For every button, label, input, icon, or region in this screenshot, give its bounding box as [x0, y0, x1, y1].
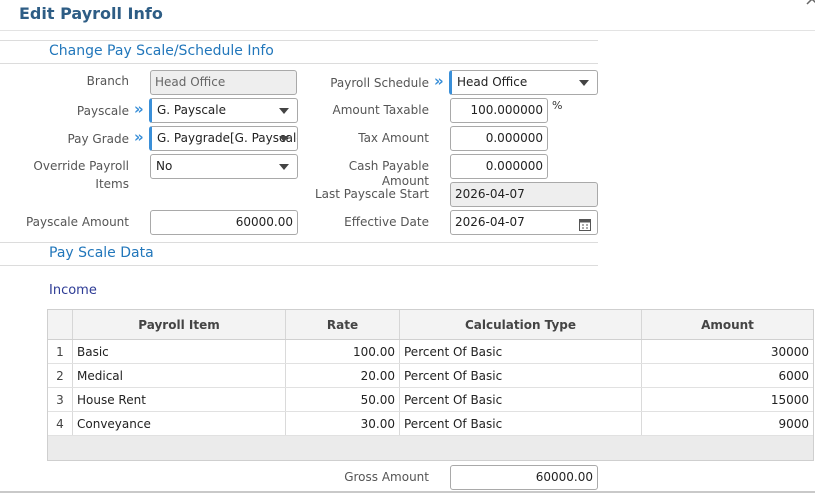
- payscale-label: Payscale: [76, 104, 129, 118]
- effective-date-label: Effective Date: [344, 215, 429, 229]
- calculation-type-cell: Percent Of Basic: [399, 339, 642, 364]
- caret-down-icon: [579, 80, 589, 86]
- income-title: Income: [49, 283, 97, 298]
- table-row[interactable]: 3 House Rent 50.00 Percent Of Basic 1500…: [48, 387, 813, 412]
- gross-amount-label: Gross Amount: [344, 470, 429, 484]
- rate-cell[interactable]: 50.00: [285, 387, 400, 412]
- rate-cell[interactable]: 20.00: [285, 363, 400, 388]
- table-row[interactable]: 1 Basic 100.00 Percent Of Basic 30000: [48, 339, 813, 364]
- column-header-amount[interactable]: Amount: [641, 310, 813, 340]
- cash-payable-label: Cash Payable Amount: [348, 159, 429, 188]
- double-chevron-right-icon: »: [434, 72, 444, 90]
- header-divider: [0, 30, 815, 31]
- amount-taxable-input[interactable]: 100.000000: [450, 98, 548, 123]
- column-header-calculation-type[interactable]: Calculation Type: [399, 310, 642, 340]
- double-chevron-right-icon: »: [134, 100, 144, 118]
- table-row[interactable]: 2 Medical 20.00 Percent Of Basic 6000: [48, 363, 813, 388]
- caret-down-icon: [279, 108, 289, 114]
- table-header-row: Payroll Item Rate Calculation Type Amoun…: [48, 310, 813, 340]
- amount-cell: 6000: [641, 363, 813, 388]
- section-divider: [0, 40, 598, 41]
- double-chevron-right-icon: »: [134, 128, 144, 146]
- override-payroll-label-line1: Override Payroll: [33, 159, 129, 173]
- payroll-item-cell: Conveyance: [72, 411, 286, 436]
- row-index: 3: [48, 387, 73, 412]
- pay-grade-select[interactable]: G. Paygrade[G. Payscale]: [149, 126, 298, 151]
- effective-date-input[interactable]: 2026-04-07: [450, 210, 598, 235]
- payscale-amount-label: Payscale Amount: [25, 215, 129, 229]
- column-header-index[interactable]: [48, 310, 73, 340]
- tax-amount-input[interactable]: 0.000000: [450, 126, 548, 151]
- last-payscale-start-label: Last Payscale Start: [314, 187, 429, 201]
- amount-cell: 30000: [641, 339, 813, 364]
- row-index: 2: [48, 363, 73, 388]
- payroll-schedule-value: Head Office: [457, 75, 528, 89]
- payroll-item-cell: Basic: [72, 339, 286, 364]
- payscale-amount-input[interactable]: 60000.00: [150, 210, 298, 235]
- change-section-title: Change Pay Scale/Schedule Info: [49, 43, 274, 59]
- calendar-icon[interactable]: [579, 216, 591, 231]
- amount-taxable-label: Amount Taxable: [332, 103, 429, 117]
- payroll-schedule-select[interactable]: Head Office: [449, 70, 598, 95]
- pay-grade-value: G. Paygrade[G. Payscale]: [157, 131, 298, 145]
- last-payscale-start-field: 2026-04-07: [450, 182, 598, 207]
- branch-label: Branch: [86, 74, 129, 88]
- effective-date-value: 2026-04-07: [455, 215, 525, 229]
- rate-cell[interactable]: 100.00: [285, 339, 400, 364]
- payroll-schedule-label: Payroll Schedule: [330, 76, 429, 90]
- section-divider: [0, 63, 598, 64]
- column-header-rate[interactable]: Rate: [285, 310, 400, 340]
- gross-amount-field: 60000.00: [450, 465, 598, 490]
- section-divider: [0, 242, 598, 243]
- payscale-value: G. Payscale: [157, 103, 226, 117]
- income-table: Payroll Item Rate Calculation Type Amoun…: [48, 310, 813, 436]
- override-payroll-label-line2: Items: [95, 177, 129, 191]
- branch-field: Head Office: [150, 70, 297, 95]
- row-index: 4: [48, 411, 73, 436]
- column-header-payroll-item[interactable]: Payroll Item: [72, 310, 286, 340]
- payscale-select[interactable]: G. Payscale: [149, 98, 298, 123]
- payroll-item-cell: House Rent: [72, 387, 286, 412]
- override-payroll-value: No: [156, 159, 173, 173]
- payroll-item-cell: Medical: [72, 363, 286, 388]
- amount-cell: 9000: [641, 411, 813, 436]
- percent-unit: %: [552, 99, 563, 112]
- pay-scale-data-title: Pay Scale Data: [49, 245, 154, 261]
- section-divider: [0, 265, 598, 266]
- calculation-type-cell: Percent Of Basic: [399, 363, 642, 388]
- close-icon[interactable]: [803, 0, 815, 6]
- row-index: 1: [48, 339, 73, 364]
- amount-cell: 15000: [641, 387, 813, 412]
- tax-amount-label: Tax Amount: [358, 131, 429, 145]
- pay-grade-label: Pay Grade: [67, 132, 129, 146]
- calculation-type-cell: Percent Of Basic: [399, 387, 642, 412]
- override-payroll-select[interactable]: No: [150, 154, 298, 179]
- caret-down-icon: [279, 164, 289, 170]
- rate-cell[interactable]: 30.00: [285, 411, 400, 436]
- dialog-title: Edit Payroll Info: [19, 4, 163, 23]
- income-grid: Payroll Item Rate Calculation Type Amoun…: [47, 309, 814, 461]
- calculation-type-cell: Percent Of Basic: [399, 411, 642, 436]
- cash-payable-input[interactable]: 0.000000: [450, 154, 548, 179]
- table-row[interactable]: 4 Conveyance 30.00 Percent Of Basic 9000: [48, 411, 813, 436]
- caret-down-icon: [279, 136, 289, 142]
